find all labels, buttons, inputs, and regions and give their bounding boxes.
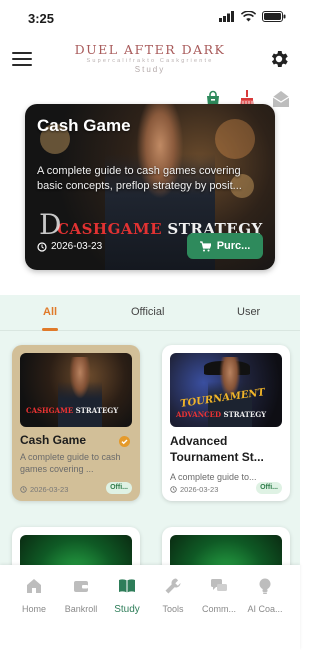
mail-open-icon[interactable] <box>272 90 290 108</box>
official-badge: Offi... <box>106 482 132 494</box>
nav-bankroll[interactable]: Bankroll <box>57 577 105 617</box>
nav-label: Comm... <box>201 604 236 614</box>
hero-date: 2026-03-23 <box>37 241 102 252</box>
brand-logo: DUEL AFTER DARK Supercalifrakto Caskgrie… <box>60 42 240 74</box>
app-header: DUEL AFTER DARK Supercalifrakto Caskgrie… <box>0 36 300 84</box>
nav-ai-coach[interactable]: AI Coa... <box>241 577 289 617</box>
check-circle-icon <box>119 436 130 447</box>
brand-title: DUEL AFTER DARK <box>74 42 226 57</box>
logo-d-glyph: D <box>39 208 62 241</box>
purchase-label: Purc... <box>216 240 251 252</box>
purchase-button[interactable]: Purc... <box>187 233 263 259</box>
course-thumbnail: CASHGAME STRATEGY <box>20 353 132 427</box>
hero-description: A complete guide to cash games covering … <box>37 165 242 192</box>
nav-home[interactable]: Home <box>10 577 58 617</box>
nav-study[interactable]: Study <box>103 577 151 617</box>
hero-logo-red: CASHGAME <box>57 220 163 238</box>
bottom-navigation: Home Bankroll Study Tools Comm... AI Coa… <box>0 565 300 650</box>
nav-label: Bankroll <box>64 604 98 614</box>
course-card[interactable]: TOURNAMENT ADVANCED STRATEGY Advanced To… <box>162 345 290 501</box>
course-title: Advanced Tournament St... <box>170 434 264 464</box>
wifi-icon <box>241 11 256 22</box>
bulb-icon <box>259 578 271 594</box>
course-title: Cash Game <box>20 433 87 447</box>
course-date-text: 2026-03-23 <box>180 485 219 494</box>
course-thumbnail: TOURNAMENT ADVANCED STRATEGY <box>170 353 282 427</box>
tab-user[interactable]: User <box>237 306 260 318</box>
brand-subtitle: Supercalifrakto Caskgriente <box>86 58 214 64</box>
clock-icon <box>37 241 47 252</box>
thumb-logo: ADVANCED STRATEGY <box>176 410 267 419</box>
thumb-figure <box>58 357 102 427</box>
wallet-icon <box>74 581 88 592</box>
course-date-text: 2026-03-23 <box>30 485 69 494</box>
bokeh-light <box>215 119 255 159</box>
filter-tabs: All Official User <box>0 295 300 331</box>
nav-label: Tools <box>162 604 184 614</box>
clock-icon <box>170 486 177 493</box>
tab-indicator <box>42 328 58 331</box>
thumb-logo: CASHGAME STRATEGY <box>26 406 119 415</box>
cart-icon <box>199 240 211 251</box>
nav-label: Home <box>21 604 46 614</box>
nav-label: AI Coa... <box>247 604 283 614</box>
home-icon <box>27 579 41 593</box>
nav-community[interactable]: Comm... <box>195 577 243 617</box>
nav-label: Study <box>114 604 140 615</box>
section-title: Study <box>134 65 166 74</box>
status-time: 3:25 <box>28 11 55 26</box>
course-date: 2026-03-23 <box>170 485 218 494</box>
course-list-panel: All Official User CASHGAME STRATEGY Cash… <box>0 295 300 577</box>
battery-icon <box>262 11 286 22</box>
system-icons <box>219 11 286 22</box>
status-bar: 3:25 <box>0 0 300 36</box>
nav-tools[interactable]: Tools <box>149 577 197 617</box>
hero-title: Cash Game <box>37 116 131 135</box>
book-icon <box>119 579 135 593</box>
course-card[interactable]: CASHGAME STRATEGY Cash Game A complete g… <box>12 345 140 501</box>
official-badge: Offi... <box>256 482 282 494</box>
chat-icon <box>211 579 227 591</box>
tab-all[interactable]: All <box>43 306 57 318</box>
clock-icon <box>20 486 27 493</box>
gear-icon[interactable] <box>268 48 290 70</box>
signal-icon <box>219 11 234 22</box>
course-date: 2026-03-23 <box>20 485 68 494</box>
featured-course-card[interactable]: Cash Game A complete guide to cash games… <box>25 104 275 270</box>
course-description: A complete guide to cash games covering … <box>20 452 121 474</box>
menu-icon[interactable] <box>12 49 32 69</box>
wrench-icon <box>165 578 181 594</box>
tab-official[interactable]: Official <box>131 306 164 318</box>
hero-date-text: 2026-03-23 <box>51 241 103 252</box>
